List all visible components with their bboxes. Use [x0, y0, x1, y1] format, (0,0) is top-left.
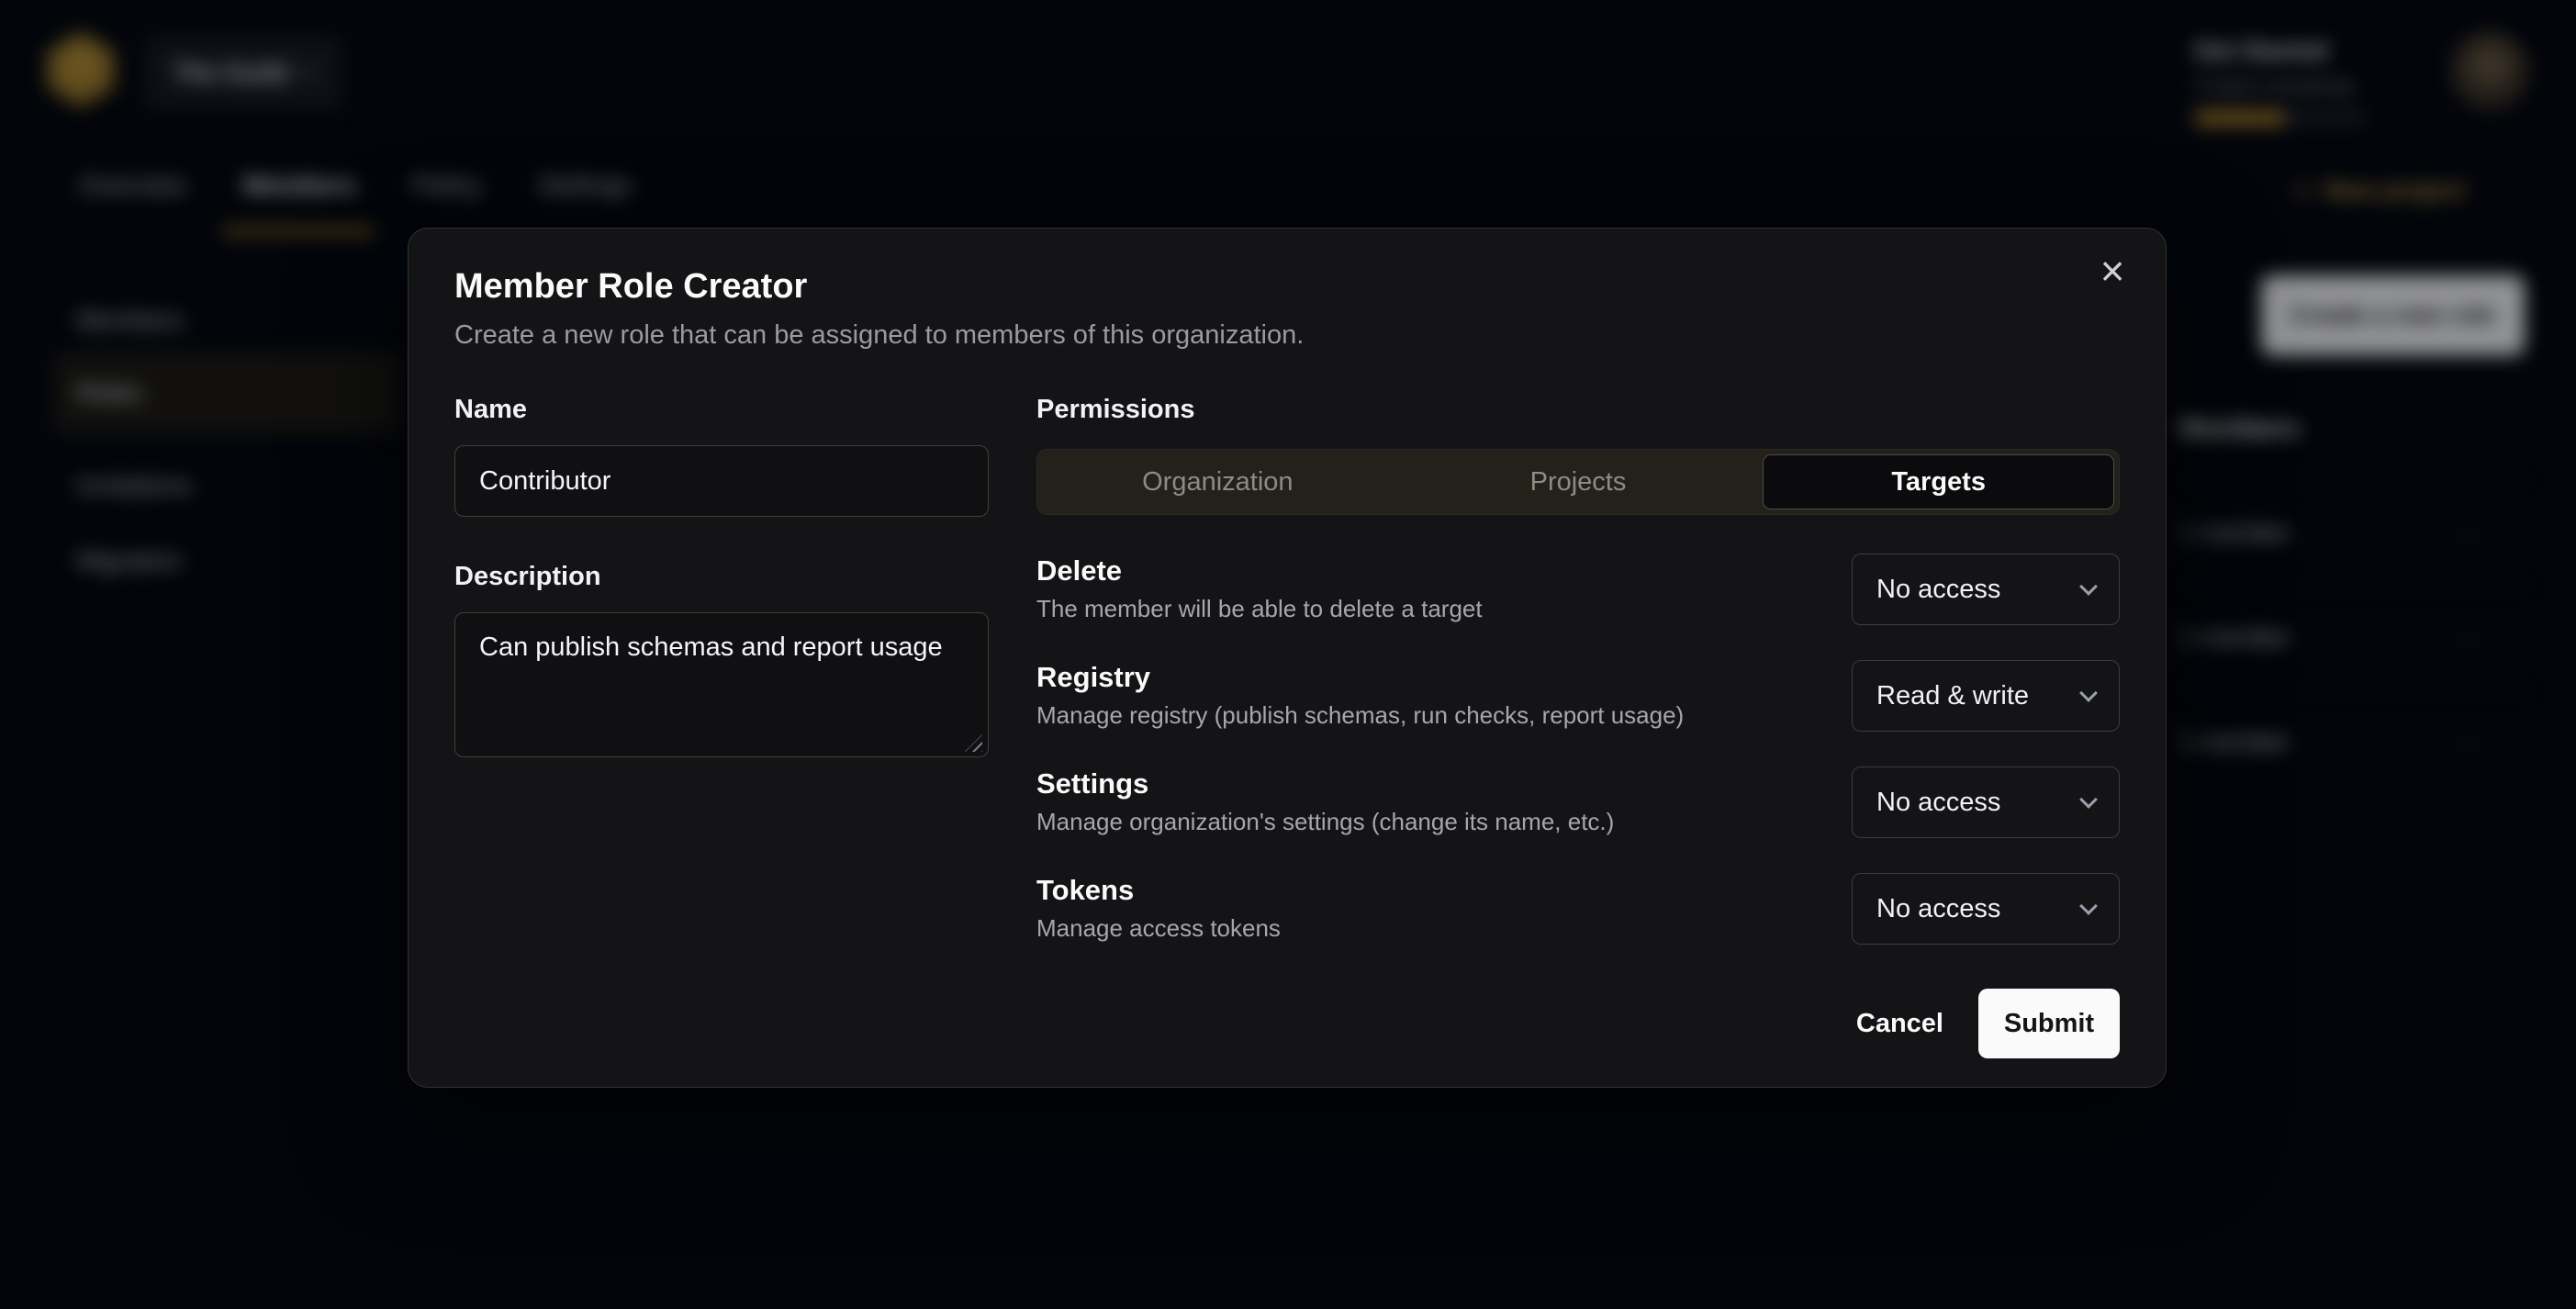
select-value: No access	[1876, 788, 2000, 818]
member-role-creator-dialog: × Member Role Creator Create a new role …	[408, 228, 2167, 1088]
description-label: Description	[454, 561, 989, 592]
permission-row-tokens: Tokens Manage access tokens No access	[1036, 873, 2120, 945]
chevron-down-icon	[2079, 790, 2098, 809]
permission-description: The member will be able to delete a targ…	[1036, 595, 1483, 623]
delete-access-select[interactable]: No access	[1852, 554, 2120, 625]
tab-organization[interactable]: Organization	[1037, 450, 1398, 514]
permission-description: Manage access tokens	[1036, 914, 1281, 943]
permissions-label: Permissions	[1036, 394, 2120, 425]
permissions-scope-tabs: Organization Projects Targets	[1036, 449, 2120, 515]
description-textarea[interactable]: Can publish schemas and report usage	[454, 612, 989, 757]
registry-access-select[interactable]: Read & write	[1852, 660, 2120, 732]
permission-title: Delete	[1036, 554, 1483, 587]
name-input[interactable]	[454, 445, 989, 517]
chevron-down-icon	[2079, 897, 2098, 915]
select-value: Read & write	[1876, 681, 2029, 711]
tab-targets[interactable]: Targets	[1763, 454, 2114, 509]
permission-title: Tokens	[1036, 873, 1281, 907]
permission-description: Manage organization's settings (change i…	[1036, 808, 1614, 836]
dialog-title: Member Role Creator	[454, 265, 2120, 308]
tab-projects[interactable]: Projects	[1398, 450, 1759, 514]
submit-button[interactable]: Submit	[1978, 989, 2120, 1058]
cancel-button[interactable]: Cancel	[1845, 989, 1954, 1058]
chevron-down-icon	[2079, 684, 2098, 702]
permission-description: Manage registry (publish schemas, run ch…	[1036, 701, 1684, 730]
settings-access-select[interactable]: No access	[1852, 766, 2120, 838]
permission-title: Registry	[1036, 660, 1684, 694]
select-value: No access	[1876, 894, 2000, 924]
chevron-down-icon	[2079, 577, 2098, 596]
name-label: Name	[454, 394, 989, 425]
permission-row-registry: Registry Manage registry (publish schema…	[1036, 660, 2120, 732]
dialog-subtitle: Create a new role that can be assigned t…	[454, 319, 2120, 352]
select-value: No access	[1876, 575, 2000, 605]
permission-row-settings: Settings Manage organization's settings …	[1036, 766, 2120, 838]
close-icon[interactable]: ×	[2087, 245, 2138, 296]
tokens-access-select[interactable]: No access	[1852, 873, 2120, 945]
permission-title: Settings	[1036, 766, 1614, 800]
permission-row-delete: Delete The member will be able to delete…	[1036, 554, 2120, 625]
